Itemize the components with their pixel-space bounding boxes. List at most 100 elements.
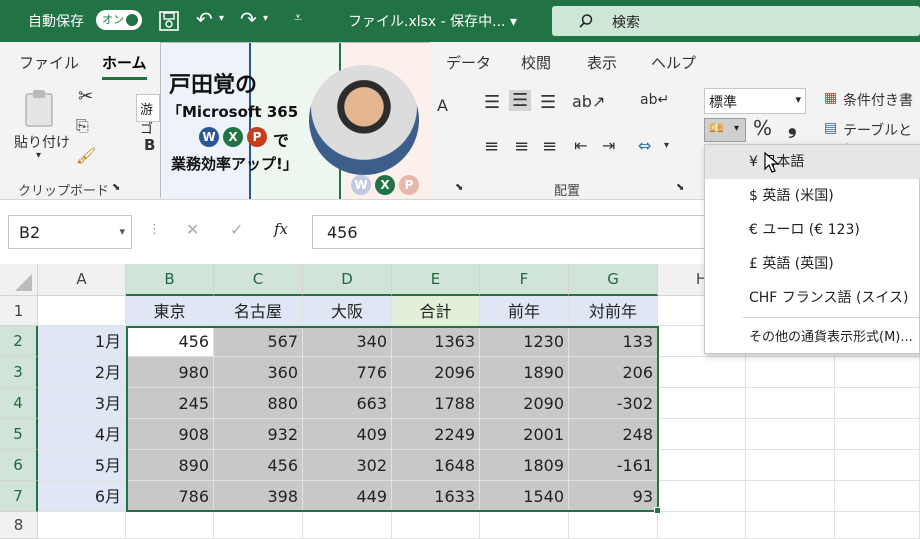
data-cell[interactable]: 449 xyxy=(303,481,392,512)
autosave-toggle[interactable]: オン xyxy=(96,10,142,30)
empty-cell[interactable] xyxy=(303,512,392,539)
empty-cell[interactable] xyxy=(392,512,480,539)
month-cell[interactable]: 6月 xyxy=(38,481,126,512)
row-header-3[interactable]: 3 xyxy=(0,357,38,388)
month-cell[interactable]: 3月 xyxy=(38,388,126,419)
wrap-text-icon[interactable]: ab↵ xyxy=(640,92,669,108)
header-cell[interactable]: 大阪 xyxy=(303,296,392,326)
data-cell[interactable]: 567 xyxy=(214,326,303,357)
data-cell[interactable]: 1633 xyxy=(392,481,480,512)
conditional-format-icon[interactable]: ▦ xyxy=(824,90,837,106)
menu-data[interactable]: データ xyxy=(446,52,491,73)
currency-option-jpy[interactable]: ¥ 日本語 xyxy=(705,145,920,179)
row-header-7[interactable]: 7 xyxy=(0,481,38,512)
clipboard-launcher-icon[interactable]: ⬊ xyxy=(112,182,120,193)
column-header-f[interactable]: F xyxy=(480,264,569,296)
row-header-2[interactable]: 2 xyxy=(0,326,38,357)
empty-cell[interactable] xyxy=(746,481,835,512)
column-header-e[interactable]: E xyxy=(392,264,480,296)
undo-dropdown-icon[interactable]: ▾ xyxy=(219,13,224,24)
more-currency-formats[interactable]: その他の通貨表示形式(M)... xyxy=(705,321,920,355)
header-cell[interactable]: 対前年 xyxy=(569,296,658,326)
redo-dropdown-icon[interactable]: ▾ xyxy=(263,13,268,24)
data-cell[interactable]: 1363 xyxy=(392,326,480,357)
row-header-5[interactable]: 5 xyxy=(0,419,38,450)
paste-icon[interactable] xyxy=(22,88,58,128)
empty-cell[interactable] xyxy=(38,512,126,539)
font-size-button[interactable]: A xyxy=(437,96,448,115)
currency-option-chf[interactable]: CHF フランス語 (スイス) xyxy=(705,281,920,315)
align-right-icon[interactable]: ≡ xyxy=(542,136,557,157)
data-cell[interactable]: -161 xyxy=(569,450,658,481)
row-header-1[interactable]: 1 xyxy=(0,296,38,326)
header-cell[interactable]: 名古屋 xyxy=(214,296,303,326)
align-bottom-icon[interactable]: ☰ xyxy=(540,92,556,113)
select-all-corner[interactable] xyxy=(0,264,38,296)
fill-handle[interactable] xyxy=(654,507,661,514)
currency-option-gbp[interactable]: £ 英語 (英国) xyxy=(705,247,920,281)
data-cell[interactable]: 456 xyxy=(214,450,303,481)
data-cell[interactable]: 133 xyxy=(569,326,658,357)
menu-view[interactable]: 表示 xyxy=(587,52,617,73)
data-cell[interactable]: 93 xyxy=(569,481,658,512)
data-cell[interactable]: 880 xyxy=(214,388,303,419)
column-header-c[interactable]: C xyxy=(214,264,303,296)
currency-option-usd[interactable]: $ 英語 (米国) xyxy=(705,179,920,213)
alignment-launcher-icon[interactable]: ⬊ xyxy=(676,182,684,193)
menu-help[interactable]: ヘルプ xyxy=(651,52,696,73)
percent-button[interactable]: % xyxy=(753,116,772,140)
data-cell[interactable]: 776 xyxy=(303,357,392,388)
data-cell[interactable]: 302 xyxy=(303,450,392,481)
search-box[interactable]: 検索 xyxy=(552,6,920,36)
save-icon[interactable] xyxy=(158,10,180,32)
data-cell[interactable]: 908 xyxy=(126,419,214,450)
data-cell[interactable]: 786 xyxy=(126,481,214,512)
copy-icon[interactable]: ⎘ xyxy=(76,116,89,136)
menu-home[interactable]: ホーム xyxy=(102,52,147,80)
align-center-icon[interactable]: ≡ xyxy=(514,136,529,157)
header-cell[interactable]: 東京 xyxy=(126,296,214,326)
row-header-6[interactable]: 6 xyxy=(0,450,38,481)
cut-icon[interactable]: ✂ xyxy=(78,86,93,107)
column-header-a[interactable]: A xyxy=(38,264,126,296)
active-cell[interactable]: 456 xyxy=(126,326,214,357)
empty-cell[interactable] xyxy=(658,450,746,481)
data-cell[interactable]: 1788 xyxy=(392,388,480,419)
insert-function-button[interactable]: fx xyxy=(274,220,288,238)
data-cell[interactable]: 1648 xyxy=(392,450,480,481)
currency-option-eur[interactable]: € ユーロ (€ 123) xyxy=(705,213,920,247)
align-top-icon[interactable]: ☰ xyxy=(484,92,500,113)
format-as-table-icon[interactable]: ▤ xyxy=(824,120,837,136)
row-header-4[interactable]: 4 xyxy=(0,388,38,419)
month-cell[interactable]: 1月 xyxy=(38,326,126,357)
data-cell[interactable]: 1890 xyxy=(480,357,569,388)
empty-cell[interactable] xyxy=(746,450,835,481)
paste-label[interactable]: 貼り付け xyxy=(14,132,70,152)
empty-cell[interactable] xyxy=(658,388,746,419)
decrease-indent-icon[interactable]: ⇤ xyxy=(574,136,587,155)
data-cell[interactable]: 206 xyxy=(569,357,658,388)
conditional-format-label[interactable]: 条件付き書 xyxy=(843,90,913,110)
undo-icon[interactable]: ↶ xyxy=(196,7,213,31)
align-left-icon[interactable]: ≡ xyxy=(484,136,499,157)
empty-cell[interactable] xyxy=(746,419,835,450)
empty-cell[interactable] xyxy=(658,419,746,450)
paste-dropdown-icon[interactable]: ▾ xyxy=(36,150,41,161)
data-cell[interactable]: 2096 xyxy=(392,357,480,388)
data-cell[interactable]: 2090 xyxy=(480,388,569,419)
empty-cell[interactable] xyxy=(835,512,920,539)
number-format-select[interactable]: 標準 ▾ xyxy=(704,88,806,114)
data-cell[interactable]: 663 xyxy=(303,388,392,419)
month-cell[interactable]: 5月 xyxy=(38,450,126,481)
redo-icon[interactable]: ↷ xyxy=(240,7,257,31)
empty-cell[interactable] xyxy=(480,512,569,539)
column-header-d[interactable]: D xyxy=(303,264,392,296)
customize-qat-icon[interactable]: ⩡ xyxy=(294,10,302,26)
data-cell[interactable]: 932 xyxy=(214,419,303,450)
merge-center-icon[interactable]: ⇔ xyxy=(638,136,651,155)
empty-cell[interactable] xyxy=(835,419,920,450)
bold-button[interactable]: B xyxy=(144,136,155,154)
month-cell[interactable]: 4月 xyxy=(38,419,126,450)
column-header-b[interactable]: B xyxy=(126,264,214,296)
empty-cell[interactable] xyxy=(658,357,746,388)
